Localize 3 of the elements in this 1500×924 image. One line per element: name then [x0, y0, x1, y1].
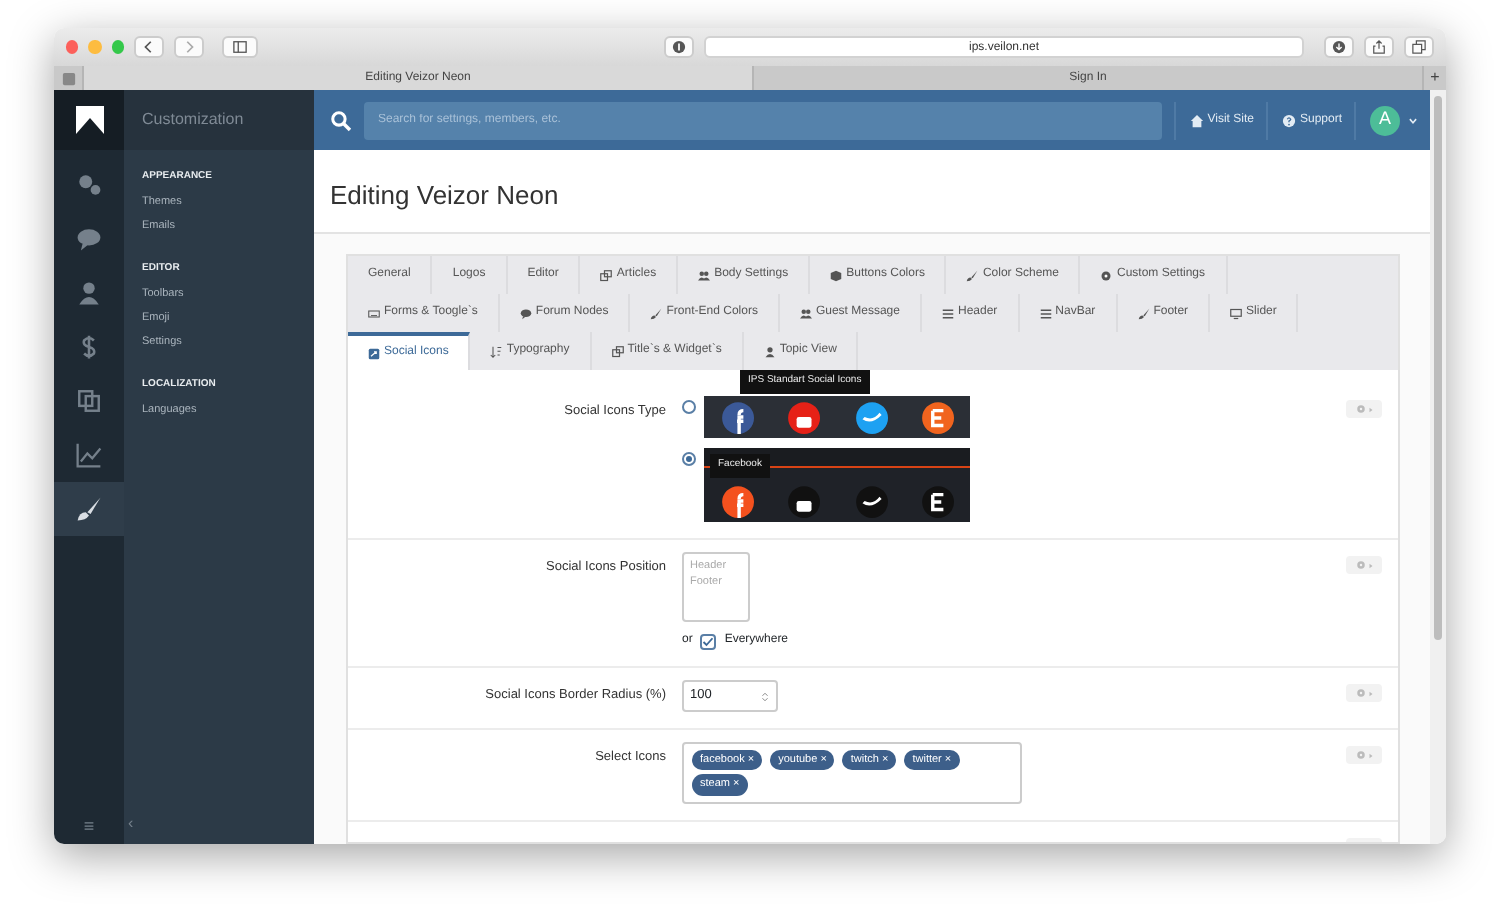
- sidebar-title: Customization: [124, 90, 314, 150]
- page-title: Editing Veizor Neon: [314, 150, 1430, 234]
- menu-button[interactable]: ≡: [83, 813, 95, 840]
